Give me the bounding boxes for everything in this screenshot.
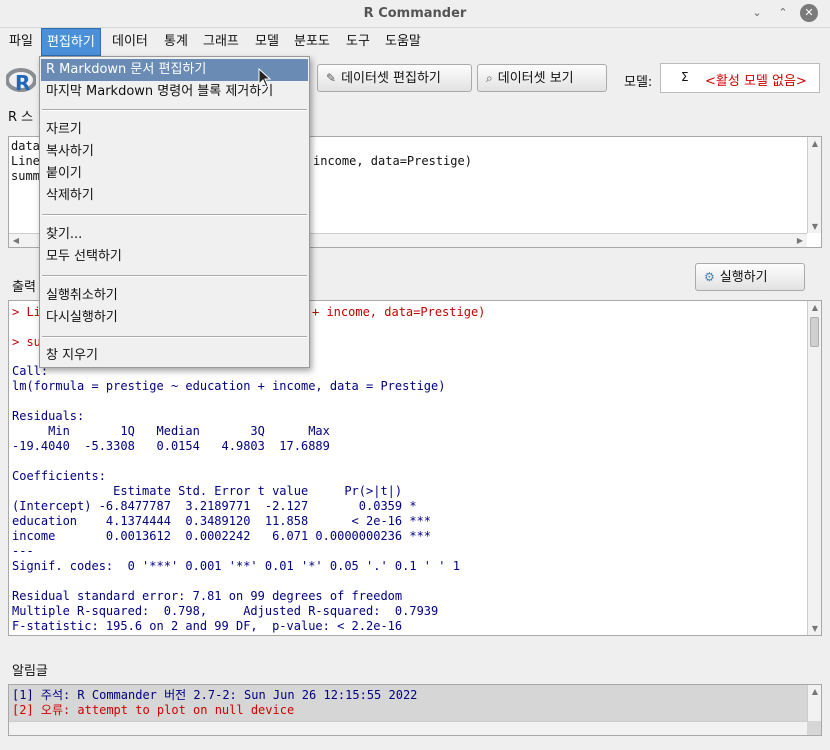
- script-line-3: summ: [11, 169, 40, 183]
- scroll-up-icon[interactable]: ▲: [808, 139, 822, 148]
- output-window-label: 출력: [12, 280, 36, 295]
- maximize-icon[interactable]: ⌃: [774, 4, 792, 22]
- message-note: [1] 주석: R Commander 버전 2.7-2: Sun Jun 26…: [12, 688, 418, 702]
- script-line-1: data: [11, 139, 40, 153]
- output-line: Signif. codes: 0 '***' 0.001 '**' 0.01 '…: [12, 559, 460, 573]
- menu-models[interactable]: 모델: [250, 28, 284, 56]
- scroll-thumb[interactable]: [810, 317, 819, 347]
- menu-separator: [42, 214, 307, 216]
- sigma-icon: Σ: [681, 70, 689, 84]
- output-line: ---: [12, 544, 34, 558]
- view-dataset-button[interactable]: ⌕ 데이터셋 보기: [477, 64, 607, 92]
- menu-item-clear-window[interactable]: 창 지우기: [41, 345, 308, 367]
- gear-icon: ⚙: [704, 270, 715, 284]
- menu-item-cut[interactable]: 자르기: [41, 119, 308, 141]
- output-line: Multiple R-squared: 0.798, Adjusted R-sq…: [12, 604, 446, 618]
- output-line: F-statistic: 195.6 on 2 and 99 DF, p-val…: [12, 619, 403, 633]
- messages-horizontal-scrollbar[interactable]: [9, 721, 807, 735]
- menu-separator: [42, 109, 307, 111]
- menu-file[interactable]: 파일: [4, 28, 38, 56]
- r-logo-icon: R: [5, 68, 37, 95]
- menu-bar: 파일 편집하기 데이터 통계 그래프 모델 분포도 도구 도움말: [0, 28, 830, 56]
- scroll-down-icon[interactable]: ▼: [808, 624, 822, 633]
- edit-menu-dropdown: R Markdown 문서 편집하기 마지막 Markdown 명령어 블록 제…: [39, 56, 310, 368]
- menu-data[interactable]: 데이터: [107, 28, 153, 56]
- messages-window-label: 알림글: [12, 664, 48, 679]
- output-text: Call: lm(formula = prestige ~ education …: [12, 364, 460, 634]
- active-model-field[interactable]: Σ <활성 모델 없음>: [660, 63, 820, 93]
- close-icon[interactable]: ✕: [800, 4, 818, 22]
- scroll-left-icon[interactable]: ◀: [9, 236, 23, 245]
- messages-vertical-scrollbar[interactable]: ▲: [807, 685, 821, 721]
- output-command-1: > Li: [12, 305, 41, 319]
- output-line: Residual standard error: 7.81 on 99 degr…: [12, 589, 403, 603]
- messages-window[interactable]: [1] 주석: R Commander 버전 2.7-2: Sun Jun 26…: [8, 684, 822, 736]
- scroll-up-icon[interactable]: ▲: [808, 303, 822, 312]
- menu-graphs[interactable]: 그래프: [198, 28, 244, 56]
- output-vertical-scrollbar[interactable]: ▲ ▼: [807, 301, 821, 635]
- active-model-value: <활성 모델 없음>: [705, 74, 807, 89]
- menu-item-select-all[interactable]: 모두 선택하기: [41, 246, 308, 268]
- menu-item-paste[interactable]: 붙이기: [41, 163, 308, 185]
- menu-tools[interactable]: 도구: [341, 28, 375, 56]
- menu-item-delete[interactable]: 삭제하기: [41, 185, 308, 207]
- model-label: 모델:: [624, 75, 653, 90]
- script-line-2: Line: [11, 154, 40, 168]
- menu-separator: [42, 336, 307, 338]
- window-title: R Commander: [363, 6, 467, 21]
- magnifier-icon: ⌕: [486, 71, 493, 85]
- output-line: Coefficients:: [12, 469, 106, 483]
- script-vertical-scrollbar[interactable]: ▲ ▼: [807, 137, 821, 233]
- script-line-2-tail: income, data=Prestige): [313, 154, 472, 168]
- output-line: Min 1Q Median 3Q Max: [12, 424, 338, 438]
- output-line: (Intercept) -6.8477787 3.2189771 -2.127 …: [12, 499, 432, 513]
- menu-item-find[interactable]: 찾기...: [41, 224, 308, 246]
- output-command-1-tail: + income, data=Prestige): [312, 305, 486, 319]
- output-line: Estimate Std. Error t value Pr(>|t|): [12, 484, 432, 498]
- menu-help[interactable]: 도움말: [380, 28, 426, 56]
- pencil-icon: ✎: [326, 71, 337, 85]
- mouse-cursor-icon: [258, 67, 272, 92]
- scroll-up-icon[interactable]: ▲: [808, 687, 822, 696]
- menu-item-copy[interactable]: 복사하기: [41, 141, 308, 163]
- output-line: -19.4040 -5.3308 0.0154 4.9803 17.6889: [12, 439, 338, 453]
- menu-item-redo[interactable]: 다시실행하기: [41, 307, 308, 329]
- output-command-2: > su: [12, 335, 41, 349]
- script-window-label: R 스: [8, 110, 34, 125]
- menu-separator: [42, 275, 307, 277]
- scroll-right-icon[interactable]: ▶: [793, 236, 807, 245]
- menu-edit[interactable]: 편집하기: [41, 28, 101, 56]
- edit-dataset-button[interactable]: ✎ 데이터셋 편집하기: [317, 64, 472, 92]
- title-bar: R Commander ⌄ ⌃ ✕: [0, 0, 830, 28]
- menu-item-undo[interactable]: 실행취소하기: [41, 285, 308, 307]
- run-button[interactable]: ⚙ 실행하기: [695, 263, 805, 291]
- output-line: lm(formula = prestige ~ education + inco…: [12, 379, 446, 393]
- svg-text:R: R: [15, 71, 30, 94]
- scroll-down-icon[interactable]: ▼: [808, 222, 822, 231]
- output-line: income 0.0013612 0.0002242 6.071 0.00000…: [12, 529, 432, 543]
- minimize-icon[interactable]: ⌄: [748, 4, 766, 22]
- menu-distributions[interactable]: 분포도: [289, 28, 335, 56]
- output-line: Residuals:: [12, 409, 85, 423]
- output-line: education 4.1374444 0.3489120 11.858 < 2…: [12, 514, 432, 528]
- message-error: [2] 오류: attempt to plot on null device: [12, 703, 295, 717]
- menu-statistics[interactable]: 통계: [159, 28, 193, 56]
